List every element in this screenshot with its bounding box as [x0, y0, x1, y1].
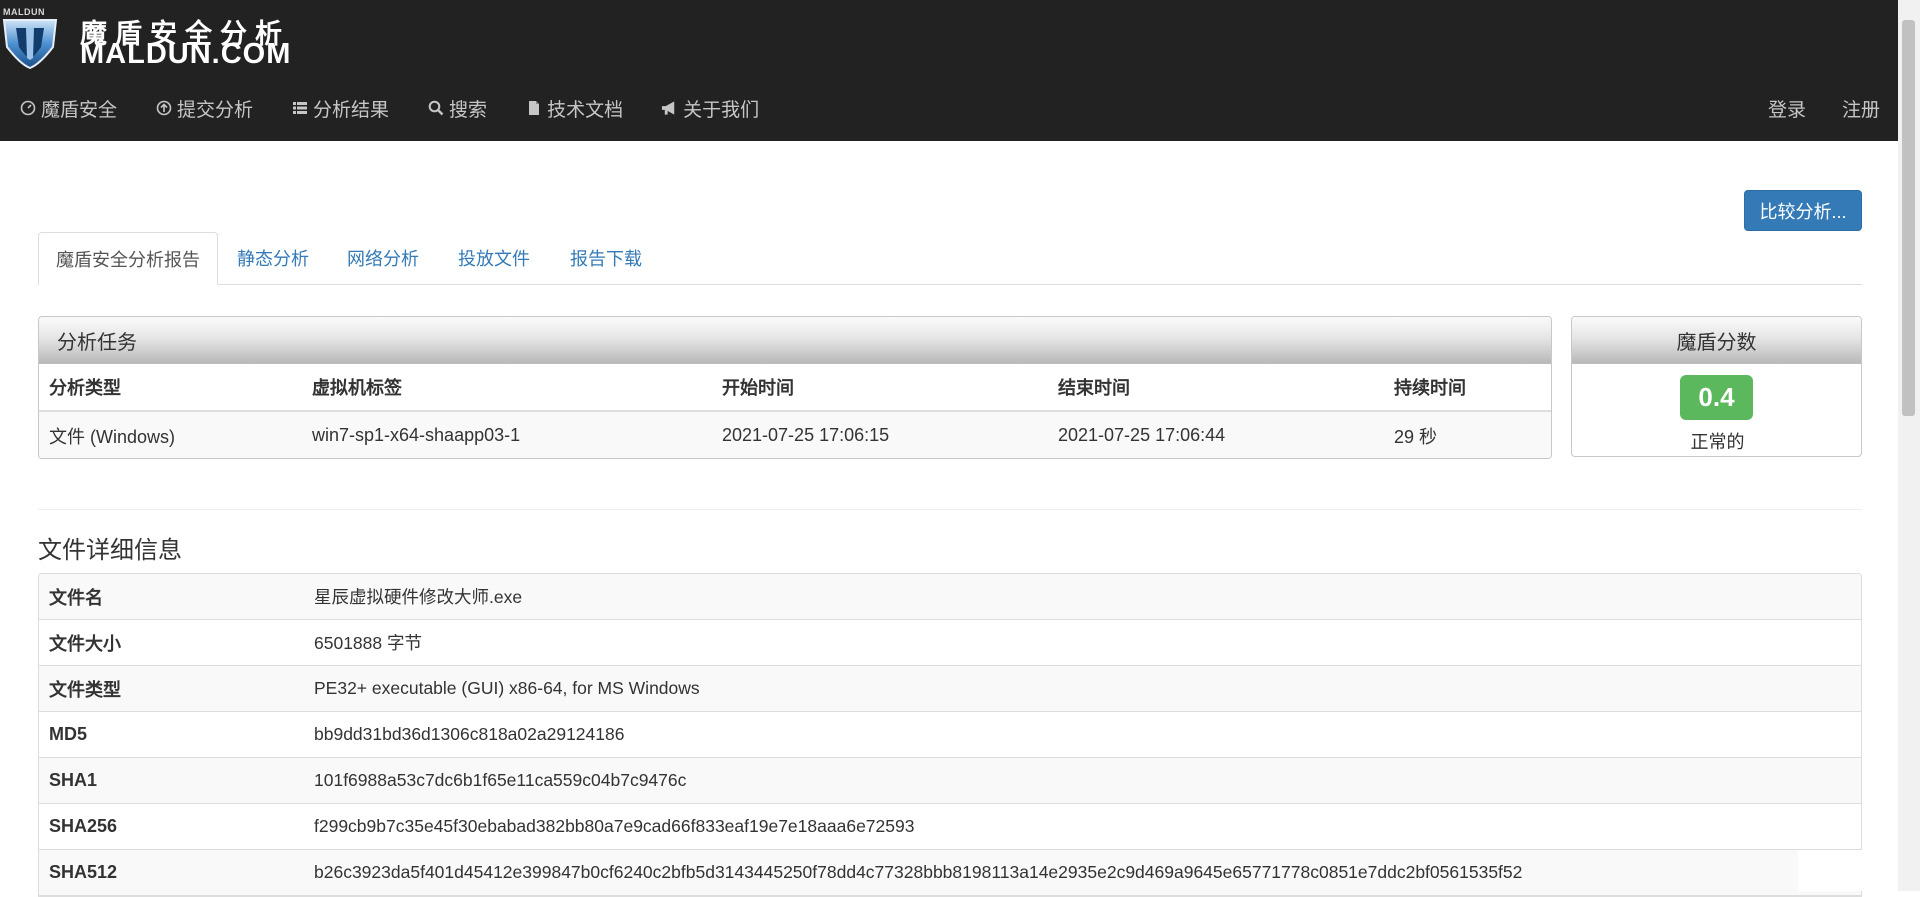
table-row: 文件大小 6501888 字节	[39, 620, 1861, 666]
cell-duration: 29 秒	[1384, 411, 1551, 458]
section-divider	[38, 509, 1862, 510]
detail-value: bb9dd31bd36d1306c818a02a29124186	[314, 724, 625, 744]
tab-dropped-files[interactable]: 投放文件	[438, 232, 550, 284]
nav-item-home[interactable]: 魔盾安全	[0, 88, 136, 128]
detail-value: 101f6988a53c7dc6b1f65e11ca559c04b7c9476c	[314, 770, 687, 790]
detail-value: 星辰虚拟硬件修改大师.exe	[314, 587, 523, 607]
nav-item-label: 魔盾安全	[41, 99, 118, 121]
nav-item-about[interactable]: 关于我们	[642, 88, 778, 128]
file-details-table: 文件名 星辰虚拟硬件修改大师.exe 文件大小 6501888 字节 文件类型 …	[38, 573, 1862, 897]
detail-key: 文件名	[49, 587, 103, 608]
analysis-task-panel: 分析任务 分析类型 虚拟机标签 开始时间 结束时间 持续时间 文件 (Windo…	[38, 316, 1552, 459]
compare-analysis-button[interactable]: 比较分析...	[1744, 190, 1862, 231]
cell-start-time: 2021-07-25 17:06:15	[712, 411, 1048, 458]
file-icon	[525, 100, 542, 117]
table-row: SHA1 101f6988a53c7dc6b1f65e11ca559c04b7c…	[39, 758, 1861, 804]
nav-item-label: 技术文档	[547, 99, 624, 121]
detail-key: SHA1	[49, 770, 98, 790]
login-link[interactable]: 登录	[1750, 95, 1824, 122]
nav-item-results[interactable]: 分析结果	[272, 88, 408, 128]
score-panel: 魔盾分数 0.4 正常的	[1571, 316, 1862, 457]
table-row: SHA512 b26c3923da5f401d45412e399847b0cf6…	[39, 850, 1861, 896]
page-scrollbar[interactable]	[1898, 0, 1920, 891]
cell-vm-label: win7-sp1-x64-shaapp03-1	[302, 411, 712, 458]
nav-item-search[interactable]: 搜索	[408, 88, 506, 128]
section-title: 文件详细信息	[38, 537, 182, 564]
page-overlay	[1798, 850, 1898, 891]
top-navbar: MALDUN 魔盾安全分析 MALDUN.COM 魔盾安全 提交分析 分析结果	[0, 0, 1898, 141]
upload-icon	[155, 100, 172, 117]
column-header: 结束时间	[1048, 364, 1384, 412]
column-header: 持续时间	[1384, 364, 1551, 412]
table-row: 文件类型 PE32+ executable (GUI) x86-64, for …	[39, 666, 1861, 712]
dashboard-icon	[19, 100, 36, 117]
detail-value: PE32+ executable (GUI) x86-64, for MS Wi…	[314, 678, 700, 698]
panel-title: 分析任务	[39, 317, 1551, 364]
nav-item-submit[interactable]: 提交分析	[136, 88, 272, 128]
cell-analysis-type: 文件 (Windows)	[39, 411, 302, 458]
table-header-row: 分析类型 虚拟机标签 开始时间 结束时间 持续时间	[39, 364, 1551, 412]
nav-item-label: 关于我们	[683, 99, 760, 121]
tab-static-analysis[interactable]: 静态分析	[218, 232, 328, 284]
detail-value: 6501888 字节	[314, 633, 422, 653]
brand-logo[interactable]: MALDUN 魔盾安全分析 MALDUN.COM	[0, 2, 340, 72]
detail-key: 文件大小	[49, 633, 121, 654]
nav-item-docs[interactable]: 技术文档	[506, 88, 642, 128]
tab-report[interactable]: 魔盾安全分析报告	[38, 232, 218, 285]
column-header: 虚拟机标签	[302, 364, 712, 412]
detail-key: MD5	[49, 724, 88, 744]
tab-report-download[interactable]: 报告下载	[550, 232, 662, 284]
search-icon	[427, 100, 444, 117]
score-badge: 0.4	[1680, 375, 1753, 420]
list-icon	[291, 100, 308, 117]
detail-value: b26c3923da5f401d45412e399847b0cf6240c2bf…	[314, 862, 1523, 882]
score-verdict: 正常的	[1690, 432, 1745, 452]
panel-title: 魔盾分数	[1572, 317, 1861, 364]
scrollbar-thumb[interactable]	[1902, 20, 1915, 416]
detail-key: 文件类型	[49, 679, 121, 700]
cell-end-time: 2021-07-25 17:06:44	[1048, 411, 1384, 458]
table-row: 文件名 星辰虚拟硬件修改大师.exe	[39, 574, 1861, 620]
column-header: 分析类型	[39, 364, 302, 412]
brand-name-en: MALDUN.COM	[80, 38, 292, 70]
table-row: MD5 bb9dd31bd36d1306c818a02a29124186	[39, 712, 1861, 758]
register-link[interactable]: 注册	[1824, 95, 1898, 122]
detail-key: SHA256	[49, 816, 118, 836]
column-header: 开始时间	[712, 364, 1048, 412]
detail-value: f299cb9b7c35e45f30ebabad382bb80a7e9cad66…	[314, 816, 915, 836]
report-tabs: 魔盾安全分析报告 静态分析 网络分析 投放文件 报告下载	[38, 232, 1862, 285]
nav-item-label: 分析结果	[313, 99, 390, 121]
nav-item-label: 搜索	[449, 99, 488, 121]
tab-network-analysis[interactable]: 网络分析	[328, 232, 438, 284]
bullhorn-icon	[661, 100, 678, 117]
detail-key: SHA512	[49, 862, 118, 882]
table-row: 文件 (Windows) win7-sp1-x64-shaapp03-1 202…	[39, 411, 1551, 458]
auth-nav: 登录 注册	[1750, 88, 1898, 128]
task-table: 分析类型 虚拟机标签 开始时间 结束时间 持续时间 文件 (Windows) w…	[39, 364, 1551, 458]
table-row: SHA256 f299cb9b7c35e45f30ebabad382bb80a7…	[39, 804, 1861, 850]
main-nav: 魔盾安全 提交分析 分析结果 搜索 技术文档 关于我们	[0, 88, 778, 128]
nav-item-label: 提交分析	[177, 99, 254, 121]
brand-small-text: MALDUN	[3, 7, 45, 17]
